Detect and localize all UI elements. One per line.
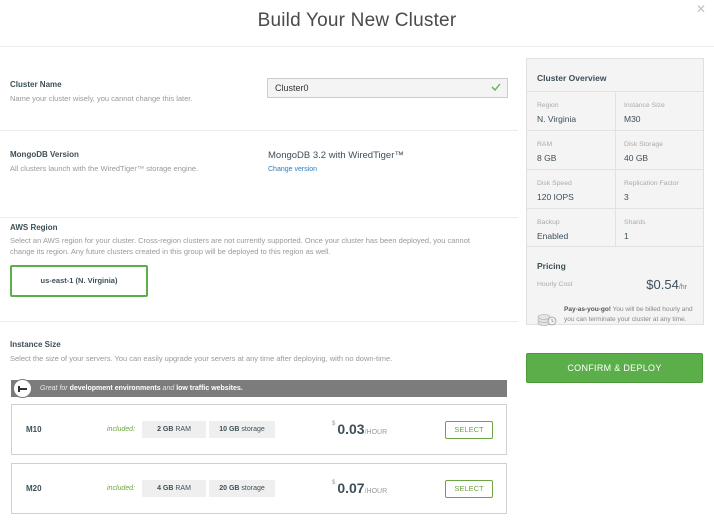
overview-ram: RAM 8 GB [537, 141, 617, 163]
tier-banner[interactable]: Great for development environments and l… [11, 379, 507, 398]
mongodb-version-help: All clusters launch with the WiredTiger™… [10, 164, 199, 173]
cluster-name-help: Name your cluster wisely, you cannot cha… [10, 94, 193, 103]
overview-divider [527, 246, 703, 247]
confirm-deploy-button[interactable]: CONFIRM & DEPLOY [526, 353, 703, 383]
overview-value: 8 GB [537, 153, 557, 163]
overview-value: 1 [624, 231, 629, 241]
overview-key: RAM [537, 141, 553, 148]
overview-disk-storage: Disk Storage 40 GB [624, 141, 704, 163]
payg-bold: Pay-as-you-go! [564, 306, 611, 313]
cluster-form: Cluster Name Name your cluster wisely, y… [0, 47, 518, 521]
overview-replication-factor: Replication Factor 3 [624, 180, 704, 202]
overview-divider [527, 130, 703, 131]
mongodb-version-label: MongoDB Version [10, 150, 79, 159]
storage-chip: 10 GB storage [209, 421, 275, 438]
included-label: included: [107, 485, 136, 492]
overview-key: Disk Speed [537, 180, 572, 187]
instance-price: $0.07/HOUR [332, 480, 387, 496]
select-m20-button[interactable]: SELECT [445, 480, 493, 498]
overview-value: N. Virginia [537, 114, 577, 124]
aws-region-help: Select an AWS region for your cluster. C… [10, 236, 470, 256]
price-value: 0.03 [337, 421, 365, 437]
overview-value: 40 GB [624, 153, 649, 163]
overview-title: Cluster Overview [537, 73, 607, 83]
overview-backup: Backup Enabled [537, 219, 617, 241]
coins-clock-icon [537, 314, 557, 326]
hourly-amount: $0.54 [646, 277, 679, 292]
overview-disk-speed: Disk Speed 120 IOPS [537, 180, 617, 202]
overview-value: Enabled [537, 231, 569, 241]
ram-unit: RAM [173, 485, 191, 492]
check-icon [491, 83, 501, 91]
ram-value: 4 GB [157, 485, 174, 492]
storage-unit: storage [239, 426, 265, 433]
collapse-icon[interactable] [13, 379, 32, 398]
instance-price: $0.03/HOUR [332, 421, 387, 437]
overview-key: Instance Size [624, 102, 665, 109]
hourly-unit: /hr [678, 284, 687, 291]
overview-key: Region [537, 102, 559, 109]
storage-value: 20 GB [219, 485, 240, 492]
overview-key: Backup [537, 219, 560, 226]
ram-value: 2 GB [157, 426, 174, 433]
overview-key: Disk Storage [624, 141, 663, 148]
included-label: included: [107, 426, 136, 433]
banner-bold-2: low traffic websites. [176, 385, 243, 392]
overview-divider [527, 208, 703, 209]
ram-chip: 2 GB RAM [142, 421, 206, 438]
overview-shards: Shards 1 [624, 219, 704, 241]
instance-card-m20[interactable]: M20 included: 4 GB RAM 20 GB storage $0.… [11, 463, 507, 514]
currency-symbol: $ [332, 421, 336, 427]
mongodb-version-value: MongoDB 3.2 with WiredTiger™ [268, 150, 404, 161]
instance-name: M10 [26, 425, 42, 434]
overview-instance-size: Instance Size M30 [624, 102, 704, 124]
pricing-title: Pricing [537, 261, 566, 271]
region-us-east-1-button[interactable]: us-east-1 (N. Virginia) [10, 265, 148, 297]
banner-mid: and [160, 385, 177, 392]
overview-key: Shards [624, 219, 646, 226]
overview-value: 120 IOPS [537, 192, 574, 202]
aws-region-label: AWS Region [10, 223, 58, 232]
storage-value: 10 GB [219, 426, 240, 433]
overview-value: 3 [624, 192, 629, 202]
ram-unit: RAM [173, 426, 191, 433]
hourly-cost-value: $0.54/hr [646, 277, 687, 292]
ram-chip: 4 GB RAM [142, 480, 206, 497]
cluster-name-input[interactable]: Cluster0 [267, 78, 508, 98]
overview-region: Region N. Virginia [537, 102, 617, 124]
mongodb-version-section: MongoDB Version All clusters launch with… [0, 131, 518, 218]
hourly-cost-label: Hourly Cost [537, 281, 573, 288]
cluster-name-label: Cluster Name [10, 80, 62, 89]
change-version-link[interactable]: Change version [268, 166, 317, 173]
select-m10-button[interactable]: SELECT [445, 421, 493, 439]
storage-unit: storage [239, 485, 265, 492]
cluster-name-value: Cluster0 [275, 83, 309, 93]
cluster-name-section: Cluster Name Name your cluster wisely, y… [0, 47, 518, 131]
storage-chip: 20 GB storage [209, 480, 275, 497]
overview-value: M30 [624, 114, 641, 124]
overview-key: Replication Factor [624, 180, 679, 187]
instance-size-help: Select the size of your servers. You can… [10, 354, 393, 363]
instance-size-label: Instance Size [10, 340, 61, 349]
banner-bold-1: development environments [69, 385, 161, 392]
pay-as-you-go-text: Pay-as-you-go! You will be billed hourly… [564, 305, 698, 325]
banner-prefix: Great for [40, 385, 70, 392]
instance-card-m10[interactable]: M10 included: 2 GB RAM 10 GB storage $0.… [11, 404, 507, 455]
overview-divider [527, 169, 703, 170]
instance-name: M20 [26, 484, 42, 493]
price-unit: /HOUR [364, 429, 388, 436]
close-icon[interactable]: ✕ [696, 2, 706, 16]
price-value: 0.07 [337, 480, 365, 496]
modal-title: Build Your New Cluster [257, 10, 457, 31]
cluster-overview-panel: Cluster Overview Region N. Virginia Inst… [526, 58, 704, 326]
currency-symbol: $ [332, 480, 336, 486]
price-unit: /HOUR [364, 488, 388, 495]
